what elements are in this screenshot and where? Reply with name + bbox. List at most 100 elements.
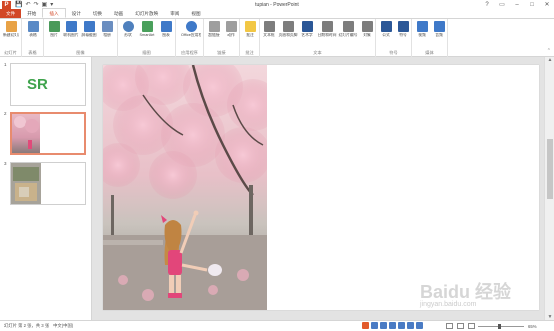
ribbon-display-button[interactable]: ▭ [497,0,507,10]
shapes-icon [122,21,134,32]
hyperlink-icon [208,21,220,32]
equation-button[interactable]: 公式 [378,21,394,49]
online-picture-button[interactable]: 联机图片 [63,21,79,49]
photo-album-icon [101,21,113,32]
video-icon [416,21,428,32]
group-media: 视频 音频 媒体 [412,19,448,57]
sogou-ime-icon[interactable] [362,322,369,329]
help-button[interactable]: ? [482,0,492,10]
slide-thumbnail-1[interactable]: SR [10,63,86,106]
ime-mode-icon[interactable] [371,322,378,329]
ime-microphone-icon[interactable] [389,322,396,329]
vertical-scrollbar[interactable]: ▲ ▼ [544,57,554,320]
ime-keyboard-icon[interactable] [398,322,405,329]
office-store-icon [185,21,197,32]
new-slide-icon [5,21,17,32]
reading-view-icon[interactable] [468,323,475,329]
office-apps-button[interactable]: Office应用程序 [181,21,201,49]
chart-button[interactable]: 图表 [158,21,174,49]
group-tables: 表格 表格 [22,19,44,57]
ime-punctuation-icon[interactable] [380,322,387,329]
zoom-slider[interactable] [478,324,524,329]
language-indicator[interactable]: 中文(中国) [53,323,73,329]
group-symbols: 公式 符号 符号 [376,19,412,57]
save-icon[interactable]: 💾 [15,1,22,9]
powerpoint-logo-icon: P [2,1,11,9]
maximize-button[interactable]: □ [527,0,537,10]
group-images: 图片 联机图片 屏幕截图 相册 图像 [44,19,118,57]
object-button[interactable]: 对象 [359,21,375,49]
table-icon [27,21,39,32]
slide-sorter-icon[interactable] [457,323,464,329]
textbox-button[interactable]: 文本框 [261,21,277,49]
minimize-button[interactable]: – [512,0,522,10]
slide-thumbnail-3[interactable] [10,162,86,205]
symbol-button[interactable]: 符号 [395,21,411,49]
table-button[interactable]: 表格 [25,21,41,49]
hyperlink-button[interactable]: 超链接 [206,21,222,49]
photo-album-button[interactable]: 相册 [99,21,115,49]
action-button[interactable]: 动作 [223,21,239,49]
video-button[interactable]: 视频 [414,21,430,49]
screenshot-button[interactable]: 屏幕截图 [81,21,97,49]
group-illustrations: 形状 SmartArt 图表 插图 [118,19,176,57]
scroll-up-icon[interactable]: ▲ [545,57,554,63]
thumb-logo-image: SR [25,73,48,93]
slide-thumbnail-2[interactable] [10,112,86,155]
thumb-photo-image-3 [11,163,41,204]
window-controls: ? ▭ – □ ✕ [482,0,552,10]
undo-icon[interactable]: ↶ [25,1,30,9]
group-links: 超链接 动作 链接 [204,19,240,57]
slide-counter: 幻灯片 第 2 张，共 3 张 [4,323,50,328]
scroll-thumb[interactable] [547,139,553,199]
tab-file[interactable]: 文件 [0,9,22,18]
status-bar: 幻灯片 第 2 张，共 3 张 中文(中国) 65% [0,320,554,331]
tab-animations[interactable]: 动画 [108,9,129,18]
group-apps: Office应用程序 应用程序 [176,19,204,57]
tab-review[interactable]: 审阅 [164,9,185,18]
new-slide-button[interactable]: 新建幻灯片 [3,21,19,49]
picture-button[interactable]: 图片 [46,21,62,49]
ime-skin-icon[interactable] [407,322,414,329]
zoom-level[interactable]: 65% [528,321,537,331]
view-buttons [446,323,475,329]
object-icon [361,21,373,32]
omega-icon [397,21,409,32]
header-footer-button[interactable]: 页眉和页脚 [278,21,298,49]
tab-view[interactable]: 视图 [185,9,206,18]
collapse-ribbon-icon[interactable]: ⌃ [547,48,551,54]
close-button[interactable]: ✕ [542,0,552,10]
current-slide[interactable] [103,65,539,310]
wordart-button[interactable]: 艺术字 [299,21,315,49]
shapes-button[interactable]: 形状 [120,21,136,49]
wordart-icon [301,21,313,32]
action-icon [225,21,237,32]
slide-number-3: 3 [4,161,7,166]
speaker-icon [433,21,445,32]
header-footer-icon [282,21,294,32]
picture-icon [48,21,60,32]
slide-photo[interactable] [103,65,267,310]
ime-tools-icon[interactable] [416,322,423,329]
tab-insert[interactable]: 插入 [42,8,66,18]
comment-button[interactable]: 批注 [242,21,258,49]
tab-transitions[interactable]: 切换 [87,9,108,18]
smartart-icon [141,21,153,32]
audio-button[interactable]: 音频 [431,21,447,49]
tab-design[interactable]: 设计 [66,9,87,18]
thumb-photo-image [12,114,40,153]
chart-icon [160,21,172,32]
thumb-logo-text: SR [27,76,48,93]
tab-home[interactable]: 开始 [21,9,42,18]
slide-number-1: 1 [4,62,7,67]
date-time-button[interactable]: 日期和时间 [317,21,337,49]
redo-icon[interactable]: ↷ [34,1,39,9]
baidu-watermark: Baidu 经验 jingyan.baidu.com [420,282,512,308]
normal-view-icon[interactable] [446,323,453,329]
ime-toolbar [362,322,423,329]
online-picture-icon [65,21,77,32]
tab-slideshow[interactable]: 幻灯片放映 [129,9,164,18]
slide-number-button[interactable]: 幻灯片编号 [338,21,358,49]
zoom-slider-knob[interactable] [498,324,501,329]
smartart-button[interactable]: SmartArt [137,21,157,49]
